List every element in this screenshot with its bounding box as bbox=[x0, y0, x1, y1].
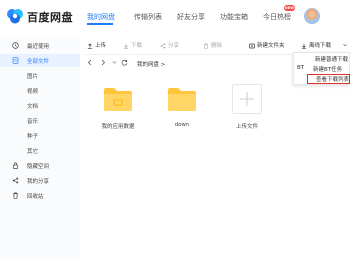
sidebar-item-label: 图片 bbox=[27, 74, 39, 80]
folder-icon[interactable] bbox=[103, 86, 133, 112]
sidebar-item-label: 回收站 bbox=[27, 194, 44, 200]
back-icon[interactable] bbox=[87, 59, 93, 66]
new-folder-label: 新建文件夹 bbox=[257, 43, 285, 49]
file-name[interactable]: down bbox=[152, 122, 212, 128]
upload-label: 上传 bbox=[95, 43, 107, 49]
nav-my-netdisk[interactable]: 我的网盘 bbox=[87, 12, 115, 22]
plus-icon bbox=[240, 92, 254, 106]
baidu-netdisk-logo-icon bbox=[7, 9, 23, 24]
sidebar-item-label: 文档 bbox=[27, 104, 39, 110]
forward-icon[interactable] bbox=[100, 59, 106, 66]
sidebar-item-hidden-space[interactable]: 隐藏空间 bbox=[0, 159, 80, 172]
sidebar-item-label: 最近使用 bbox=[27, 44, 50, 50]
bt-icon: BT bbox=[297, 65, 305, 71]
delete-label: 删除 bbox=[211, 43, 223, 49]
trash-icon bbox=[13, 192, 18, 199]
share-label: 分享 bbox=[168, 43, 180, 49]
nav-feature-box[interactable]: 功能宝箱 bbox=[220, 12, 248, 22]
sidebar-item-label: 种子 bbox=[27, 134, 39, 140]
sidebar-item-images[interactable]: 图片 bbox=[0, 69, 80, 82]
sidebar-item-label: 隐藏空间 bbox=[27, 164, 50, 170]
sidebar-item-recycle-bin[interactable]: 回收站 bbox=[0, 189, 80, 202]
sidebar-item-label: 其它 bbox=[27, 149, 39, 155]
sidebar-item-music[interactable]: 音乐 bbox=[0, 114, 80, 127]
file-name[interactable]: 上传文件 bbox=[217, 122, 277, 130]
file-name[interactable]: 我的应用数据 bbox=[88, 122, 148, 130]
nav-transfer-list[interactable]: 传输列表 bbox=[134, 12, 162, 22]
share-icon bbox=[12, 177, 19, 184]
upload-icon bbox=[87, 43, 93, 49]
sidebar-item-label: 音乐 bbox=[27, 119, 39, 125]
chevron-down-icon[interactable] bbox=[343, 43, 347, 47]
folder-icon[interactable] bbox=[167, 86, 197, 112]
sidebar-item-my-shares[interactable]: 我的分享 bbox=[0, 174, 80, 187]
sidebar-item-videos[interactable]: 视频 bbox=[0, 84, 80, 97]
menu-item-new-bt-task[interactable]: 新建BT任务 bbox=[313, 65, 342, 73]
lock-icon bbox=[12, 162, 19, 169]
chevron-down-icon[interactable] bbox=[112, 59, 117, 66]
user-avatar[interactable] bbox=[304, 8, 320, 24]
nav-daily-hot[interactable]: 今日热榜 bbox=[263, 12, 291, 22]
sidebar-item-label: 全部文件 bbox=[27, 59, 50, 65]
trash-icon bbox=[204, 43, 208, 49]
breadcrumb[interactable]: 我的网盘 > bbox=[137, 60, 165, 68]
sidebar-item-torrents[interactable]: 种子 bbox=[0, 129, 80, 142]
upload-button[interactable]: 上传 bbox=[87, 41, 106, 49]
download-icon bbox=[301, 43, 307, 49]
refresh-icon[interactable] bbox=[121, 59, 128, 66]
delete-button[interactable]: 删除 bbox=[203, 41, 222, 49]
offline-download-button[interactable]: 离线下载 bbox=[301, 41, 331, 49]
menu-item-view-download-list[interactable]: 查看下载列表 bbox=[316, 75, 349, 83]
share-icon bbox=[160, 43, 166, 48]
sidebar-item-other[interactable]: 其它 bbox=[0, 144, 80, 157]
nav-active-indicator bbox=[87, 23, 113, 25]
download-button[interactable]: 下载 bbox=[123, 41, 142, 49]
sidebar-item-label: 视频 bbox=[27, 89, 39, 95]
new-folder-button[interactable]: 新建文件夹 bbox=[249, 41, 285, 49]
sidebar-item-label: 我的分享 bbox=[27, 179, 50, 185]
file-icon bbox=[12, 57, 19, 64]
nav-friend-share[interactable]: 好友分享 bbox=[177, 12, 205, 22]
download-icon bbox=[123, 43, 129, 49]
clock-icon bbox=[12, 42, 19, 49]
upload-file-tile[interactable] bbox=[232, 84, 262, 114]
sidebar-item-documents[interactable]: 文档 bbox=[0, 99, 80, 112]
menu-item-new-download[interactable]: 新建普通下载 bbox=[315, 55, 348, 63]
sidebar-item-recent[interactable]: 最近使用 bbox=[0, 39, 80, 52]
offline-download-label: 离线下载 bbox=[309, 43, 332, 49]
new-folder-icon bbox=[249, 43, 255, 48]
new-badge: NEW bbox=[284, 5, 295, 11]
download-label: 下载 bbox=[131, 43, 143, 49]
share-button[interactable]: 分享 bbox=[160, 41, 179, 49]
app-title: 百度网盘 bbox=[27, 11, 73, 24]
sidebar-item-all-files[interactable]: 全部文件 bbox=[0, 54, 80, 67]
